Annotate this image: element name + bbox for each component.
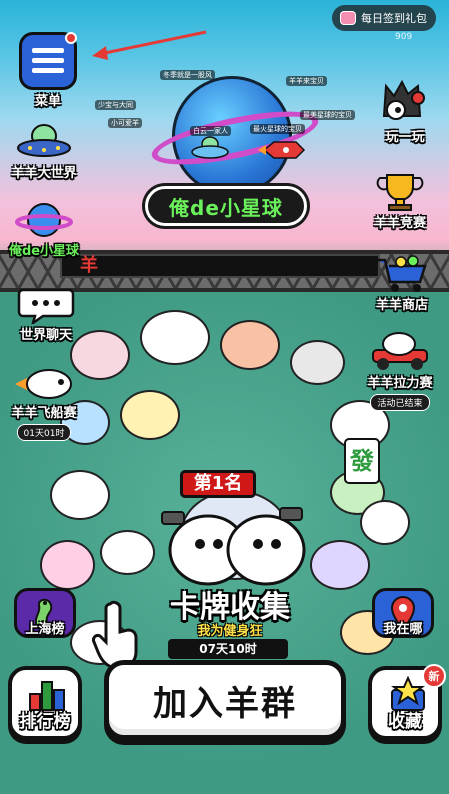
where-am-i-label: 我在哪 [383,622,423,637]
floating-tag: 少宝与大同 [95,100,136,110]
floating-tag: 最美星球的宝贝 [300,110,355,120]
rocket-sheep-icon [13,364,75,402]
gift-label: 每日签到礼包 [361,12,427,25]
floating-tag: 羊羊来宝贝 [286,76,327,86]
ranking-button[interactable]: 排行榜 [8,666,82,740]
spaceship-race-button[interactable]: 羊羊飞船赛 01天01时 [4,364,84,441]
spaceship-race-timer: 01天01时 [16,424,72,441]
play-character-icon [376,76,434,126]
arrow-pointer-icon [92,30,207,60]
floating-tag: 冬季就是一股风 [160,70,215,80]
ufo-small-icon [191,136,229,159]
menu-icon [19,32,77,90]
ufo-icon [15,122,73,162]
shanghai-rank-button[interactable]: 上海榜 [12,588,78,657]
daily-gift-button[interactable]: 每日签到礼包 [332,5,436,31]
my-planet-button[interactable]: 俺de小星球 [4,200,84,259]
floating-tag: 最火星球的宝贝 [250,124,305,134]
sheep-world-label: 羊羊大世界 [11,166,77,181]
planet-title-banner[interactable]: 俺de 小星球 [145,186,307,226]
central-planet[interactable] [147,70,323,200]
planet-title-part2: 小星球 [219,195,283,220]
join-flock-label: 加入羊群 [153,683,297,724]
menu-label: 菜单 [34,94,61,109]
world-chat-label: 世界聊天 [19,328,72,343]
floating-tag: 小可爱羊 [108,118,142,128]
card-collection-subtitle: 我为健身狂 [197,624,263,639]
shopping-cart-icon [373,254,431,294]
notification-dot [65,32,77,44]
sheep-contest-label: 羊羊竞赛 [373,216,426,231]
world-chat-button[interactable]: 世界聊天 [6,284,86,343]
tug-race-label: 羊羊拉力赛 [367,376,433,391]
sheep-shop-label: 羊羊商店 [375,298,428,313]
sheep-contest-button[interactable]: 羊羊竞赛 [360,172,440,231]
race-car-icon [369,330,431,372]
gift-icon [340,11,356,25]
card-collection-timer: 07天10时 [168,639,288,659]
trophy-icon [371,172,429,212]
spaceship-race-label: 羊羊飞船赛 [11,406,77,421]
tug-race-button[interactable]: 羊羊拉力赛 活动已结束 [360,330,440,411]
mahjong-tile-icon: 發 [344,438,380,484]
planet-icon [15,200,73,240]
play-button[interactable]: 玩一玩 [365,76,445,145]
ranking-label: 排行榜 [19,712,71,732]
marquee-board: 羊 [60,254,380,278]
join-flock-button[interactable]: 加入羊群 [104,660,346,740]
chat-bubble-icon [17,284,75,324]
new-badge: 新 [422,664,446,688]
sheep-shop-button[interactable]: 羊羊商店 [362,254,442,313]
my-planet-label: 俺de小星球 [8,244,80,259]
play-label: 玩一玩 [385,130,425,145]
menu-button[interactable]: 菜单 [8,32,88,109]
favorite-label: 收藏 [388,712,422,732]
planet-title-part1: 俺de [169,195,220,220]
user-id: 909 [395,32,413,42]
shanghai-rank-label: 上海榜 [25,622,65,637]
rocket-icon [258,141,306,159]
sheep-world-button[interactable]: 羊羊大世界 [4,122,84,181]
rank-badge: 第1名 [180,470,256,498]
strongman-sheep-icon [161,507,306,586]
marquee-text: 羊 [80,255,98,276]
tug-race-status: 活动已结束 [370,394,430,411]
where-am-i-button[interactable]: 我在哪 [370,588,436,657]
floating-tag: 白云一家人 [190,126,231,136]
